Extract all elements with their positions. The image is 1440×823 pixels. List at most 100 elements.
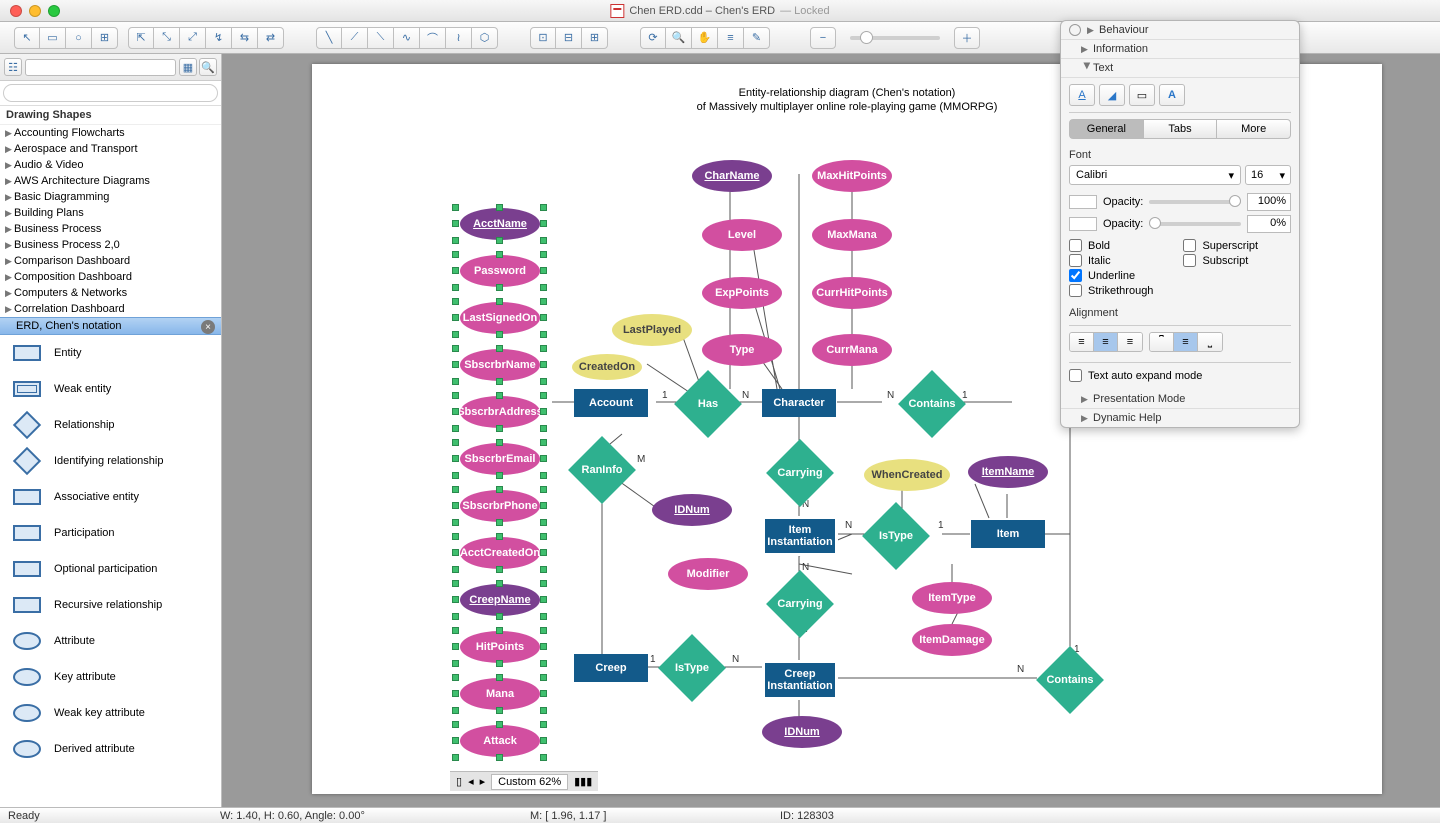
stencil-list[interactable]: EntityWeak entityRelationshipIdentifying…: [0, 335, 221, 807]
attr-idnum[interactable]: IDNum: [652, 494, 732, 526]
chk-strike[interactable]: Strikethrough: [1069, 284, 1153, 297]
stencil-item[interactable]: Weak entity: [0, 371, 221, 407]
zoom-slider[interactable]: [850, 36, 940, 40]
pointer-tool-button[interactable]: ↖: [14, 27, 40, 49]
group1-button[interactable]: ⊡: [530, 27, 556, 49]
entity-iteminst[interactable]: Item Instantiation: [762, 516, 838, 556]
text-tool-button[interactable]: ⊞: [92, 27, 118, 49]
library-item[interactable]: ▶Aerospace and Transport: [0, 141, 221, 157]
library-item[interactable]: ▶Business Process: [0, 221, 221, 237]
opacity-slider2[interactable]: [1149, 222, 1241, 226]
library-item[interactable]: ▶AWS Architecture Diagrams: [0, 173, 221, 189]
minimize-window-button[interactable]: [29, 5, 41, 17]
stencil-item[interactable]: Relationship: [0, 407, 221, 443]
stamp-button[interactable]: ≡: [718, 27, 744, 49]
library-list[interactable]: ▶Accounting Flowcharts▶Aerospace and Tra…: [0, 125, 221, 317]
connector1-button[interactable]: ⇱: [128, 27, 154, 49]
close-library-icon[interactable]: ×: [201, 320, 215, 334]
rel-istype2[interactable]: IsType: [668, 644, 716, 692]
spline-button[interactable]: ≀: [446, 27, 472, 49]
library-item[interactable]: ▶Comparison Dashboard: [0, 253, 221, 269]
attr-createdon[interactable]: CreatedOn: [572, 354, 642, 380]
rel-contains[interactable]: Contains: [908, 380, 956, 428]
font-select[interactable]: Calibri▾: [1069, 165, 1241, 185]
bg-color-icon[interactable]: ▭: [1129, 84, 1155, 106]
selected-attr[interactable]: SbscrbrAddress: [452, 392, 548, 432]
attr-modifier[interactable]: Modifier: [668, 558, 748, 590]
selected-attr[interactable]: HitPoints: [452, 627, 548, 667]
vtab-prev[interactable]: ◂: [468, 775, 474, 788]
align-center-button[interactable]: ≡: [1094, 333, 1118, 351]
line1-button[interactable]: ╲: [316, 27, 342, 49]
arc-button[interactable]: ⌒: [420, 27, 446, 49]
ellipse-tool-button[interactable]: ○: [66, 27, 92, 49]
stencil-item[interactable]: Identifying relationship: [0, 443, 221, 479]
chk-sub[interactable]: Subscript: [1183, 254, 1258, 267]
connector4-button[interactable]: ↯: [206, 27, 232, 49]
zoom-label[interactable]: Custom 62%: [491, 774, 568, 790]
library-item[interactable]: ▶Correlation Dashboard: [0, 301, 221, 317]
attr-type[interactable]: Type: [702, 334, 782, 366]
connector2-button[interactable]: ⤡: [154, 27, 180, 49]
chk-sup[interactable]: Superscript: [1183, 239, 1258, 252]
opacity-swatch1[interactable]: [1069, 195, 1097, 209]
valign-top-button[interactable]: ⎴: [1150, 333, 1174, 351]
group3-button[interactable]: ⊞: [582, 27, 608, 49]
selected-attr[interactable]: AcctCreatedOn: [452, 533, 548, 573]
stencil-item[interactable]: Associative entity: [0, 479, 221, 515]
stencil-item[interactable]: Participation: [0, 515, 221, 551]
inspector-panel[interactable]: ▶Behaviour ▶Information ▶Text A ◢ ▭ A Ge…: [1060, 20, 1300, 428]
search-icon[interactable]: 🔍: [199, 58, 217, 76]
attr-currmana[interactable]: CurrMana: [812, 334, 892, 366]
attr-itemtype[interactable]: ItemType: [912, 582, 992, 614]
opacity-swatch2[interactable]: [1069, 217, 1097, 231]
opacity-value1[interactable]: 100%: [1247, 193, 1291, 211]
rel-contains2[interactable]: Contains: [1046, 656, 1094, 704]
rel-raninfo[interactable]: RanInfo: [578, 446, 626, 494]
connector5-button[interactable]: ⇆: [232, 27, 258, 49]
chk-underline[interactable]: Underline: [1069, 269, 1153, 282]
attr-currhp[interactable]: CurrHitPoints: [812, 277, 892, 309]
panel-section-behaviour[interactable]: ▶Behaviour: [1061, 21, 1299, 40]
panel-section-text[interactable]: ▶Text: [1061, 59, 1299, 78]
rect-tool-button[interactable]: ▭: [40, 27, 66, 49]
font-icon[interactable]: A: [1159, 84, 1185, 106]
refresh-button[interactable]: ⟳: [640, 27, 666, 49]
page-thumbs[interactable]: ▮▮▮: [574, 775, 592, 788]
curve-button[interactable]: ∿: [394, 27, 420, 49]
attr-level[interactable]: Level: [702, 219, 782, 251]
tab-more[interactable]: More: [1217, 120, 1290, 138]
entity-account[interactable]: Account: [574, 389, 648, 417]
close-window-button[interactable]: [10, 5, 22, 17]
selected-attr[interactable]: CreepName: [452, 580, 548, 620]
valign-bot-button[interactable]: ⎵: [1198, 333, 1222, 351]
panel-section-information[interactable]: ▶Information: [1061, 40, 1299, 59]
zoom-in-button[interactable]: ＋: [954, 27, 980, 49]
zoom-window-button[interactable]: [48, 5, 60, 17]
entity-creepinst[interactable]: Creep Instantiation: [762, 660, 838, 700]
selected-attr[interactable]: Password: [452, 251, 548, 291]
library-item[interactable]: ▶Audio & Video: [0, 157, 221, 173]
entity-character[interactable]: Character: [762, 389, 836, 417]
text-color-icon[interactable]: A: [1069, 84, 1095, 106]
line3-button[interactable]: ⟍: [368, 27, 394, 49]
rel-carrying[interactable]: Carrying: [776, 449, 824, 497]
align-right-button[interactable]: ≡: [1118, 333, 1142, 351]
library-item[interactable]: ▶Accounting Flowcharts: [0, 125, 221, 141]
attr-charname[interactable]: CharName: [692, 160, 772, 192]
attr-exp[interactable]: ExpPoints: [702, 277, 782, 309]
tab-tabs[interactable]: Tabs: [1144, 120, 1218, 138]
stencil-item[interactable]: Entity: [0, 335, 221, 371]
connector3-button[interactable]: ⤢: [180, 27, 206, 49]
tab-general[interactable]: General: [1070, 120, 1144, 138]
zoom-button[interactable]: 🔍: [666, 27, 692, 49]
attr-itemdamage[interactable]: ItemDamage: [912, 624, 992, 656]
attr-idnum2[interactable]: IDNum: [762, 716, 842, 748]
library-item[interactable]: ▶Building Plans: [0, 205, 221, 221]
active-library[interactable]: ERD, Chen's notation ×: [0, 317, 221, 335]
stencil-item[interactable]: Recursive relationship: [0, 587, 221, 623]
selected-attr[interactable]: SbscrbrName: [452, 345, 548, 385]
sidebar-filter-input[interactable]: [25, 59, 176, 76]
poly-button[interactable]: ⬡: [472, 27, 498, 49]
stencil-item[interactable]: Attribute: [0, 623, 221, 659]
